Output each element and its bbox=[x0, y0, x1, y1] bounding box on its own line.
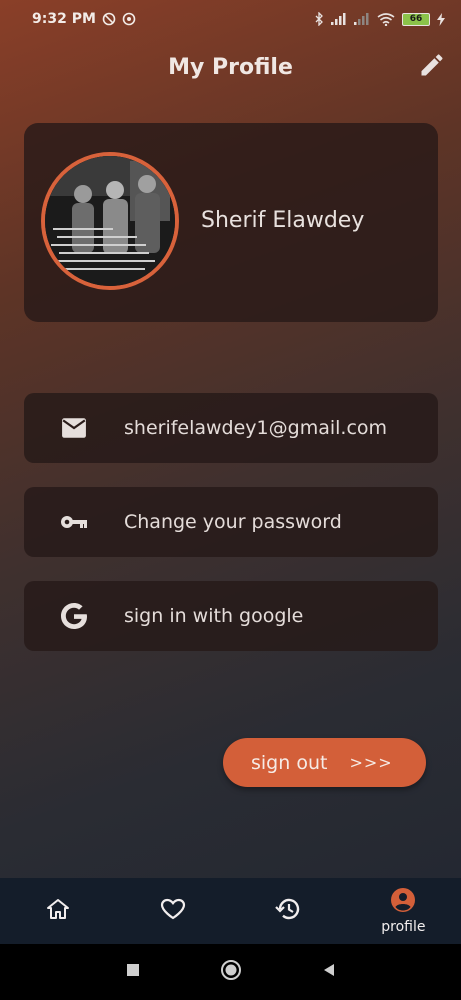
signal-icon bbox=[354, 13, 370, 25]
history-icon bbox=[275, 897, 301, 925]
bluetooth-icon bbox=[314, 12, 324, 26]
sign-out-arrows: >>> bbox=[349, 753, 393, 772]
google-icon bbox=[24, 598, 124, 634]
app-screen: 9:32 PM 66 My Profile Sherif Elawdey she… bbox=[0, 0, 461, 878]
nav-favorites[interactable] bbox=[115, 878, 230, 944]
pencil-icon bbox=[418, 51, 446, 83]
app-header: My Profile bbox=[0, 40, 461, 94]
charging-icon bbox=[437, 12, 445, 26]
nav-profile[interactable]: profile bbox=[346, 878, 461, 944]
edit-profile-button[interactable] bbox=[415, 50, 449, 84]
email-item[interactable]: sherifelawdey1@gmail.com bbox=[24, 393, 438, 463]
do-not-disturb-icon bbox=[102, 12, 116, 26]
change-password-item[interactable]: Change your password bbox=[24, 487, 438, 557]
google-signin-label: sign in with google bbox=[124, 605, 304, 627]
account-icon bbox=[390, 887, 416, 917]
circle-icon bbox=[220, 959, 242, 985]
sign-out-button[interactable]: sign out >>> bbox=[223, 738, 426, 787]
nav-history[interactable] bbox=[231, 878, 346, 944]
bottom-navigation: profile bbox=[0, 878, 461, 944]
back-button[interactable] bbox=[315, 958, 343, 986]
google-signin-item[interactable]: sign in with google bbox=[24, 581, 438, 651]
key-icon bbox=[24, 514, 124, 530]
nav-home[interactable] bbox=[0, 878, 115, 944]
avatar[interactable] bbox=[41, 152, 179, 290]
avatar-photo bbox=[45, 156, 175, 286]
battery-icon: 66 bbox=[402, 12, 430, 26]
system-navigation-bar bbox=[0, 944, 461, 1000]
page-title: My Profile bbox=[168, 54, 293, 80]
signal-icon bbox=[331, 13, 347, 25]
sign-out-label: sign out bbox=[251, 751, 328, 774]
heart-icon bbox=[160, 898, 186, 924]
back-triangle-icon bbox=[321, 962, 337, 982]
status-time: 9:32 PM bbox=[32, 11, 96, 27]
sync-icon bbox=[122, 12, 136, 26]
square-icon bbox=[125, 962, 141, 982]
profile-card: Sherif Elawdey bbox=[24, 123, 438, 322]
nav-profile-label: profile bbox=[381, 919, 426, 935]
change-password-label: Change your password bbox=[124, 511, 342, 533]
home-icon bbox=[46, 898, 70, 924]
home-button[interactable] bbox=[217, 958, 245, 986]
email-label: sherifelawdey1@gmail.com bbox=[124, 417, 388, 439]
user-name: Sherif Elawdey bbox=[201, 208, 365, 233]
wifi-icon bbox=[377, 12, 395, 26]
mail-icon bbox=[24, 417, 124, 439]
recents-button[interactable] bbox=[119, 958, 147, 986]
status-bar: 9:32 PM 66 bbox=[0, 0, 461, 38]
